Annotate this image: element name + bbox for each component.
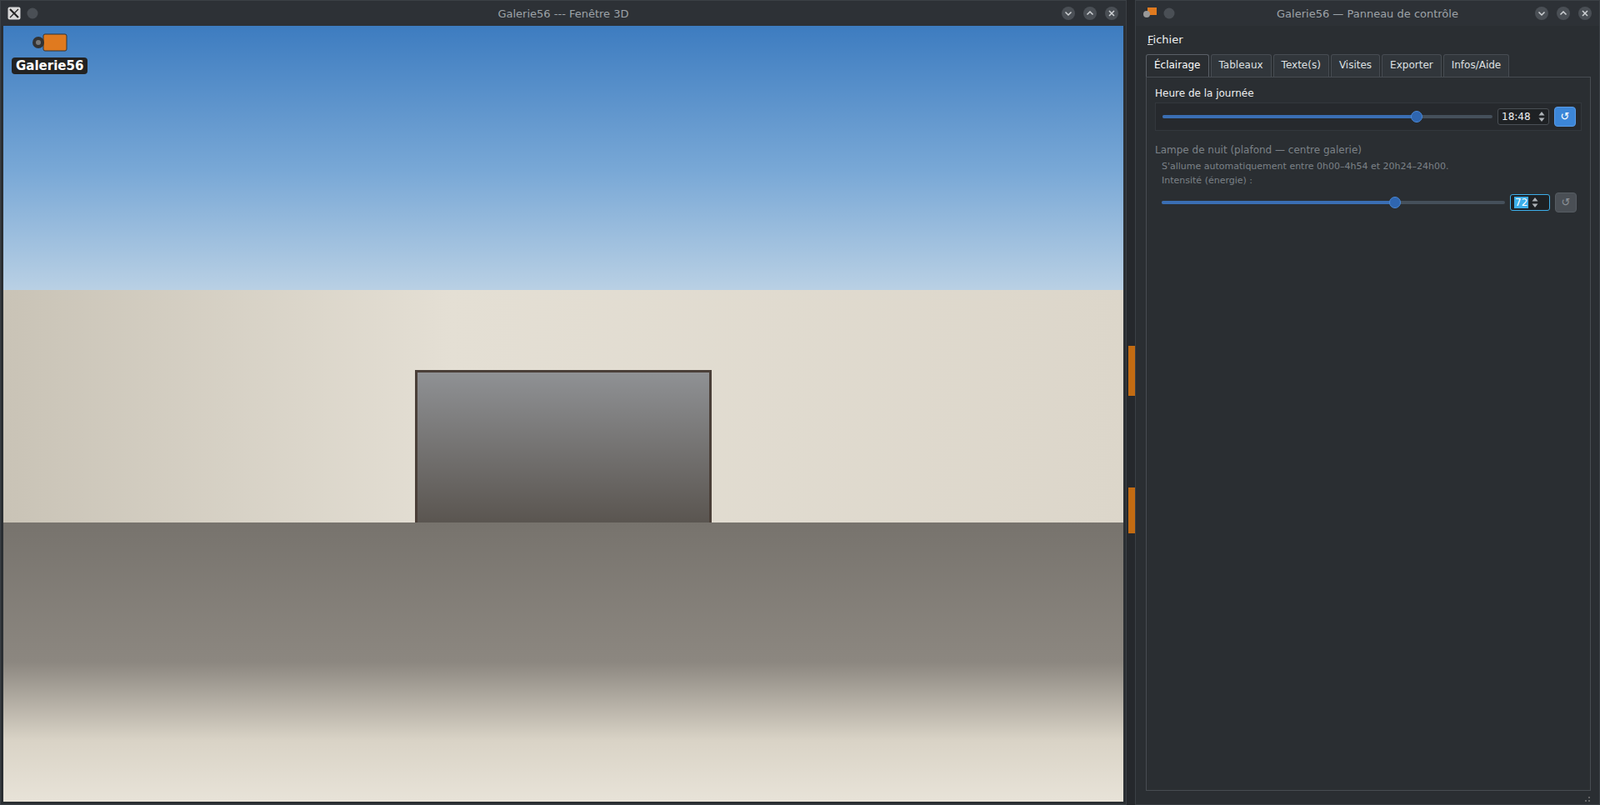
lamp-title: Lampe de nuit (plafond — centre galerie) <box>1155 144 1582 156</box>
title-bar[interactable]: Galerie56 --- Fenêtre 3D <box>0 0 1126 26</box>
spin-arrows-icon[interactable] <box>1531 196 1539 209</box>
time-slider[interactable] <box>1162 109 1493 125</box>
reset-button[interactable]: ↺ <box>1555 192 1577 213</box>
background-window <box>1126 0 1135 805</box>
intensity-row: 72 ↺ <box>1155 189 1582 216</box>
time-label: Heure de la journée <box>1155 87 1582 100</box>
title-bar[interactable]: Galerie56 — Panneau de contrôle <box>1135 0 1600 26</box>
control-window: Galerie56 — Panneau de contrôle Fichier Éc… <box>1135 0 1600 805</box>
menu-bar: Fichier <box>1145 29 1591 50</box>
close-icon[interactable] <box>1104 5 1120 21</box>
spinbox-value: 72 <box>1514 196 1529 209</box>
galerie-app-icon <box>1142 6 1158 20</box>
tab[interactable]: Visites <box>1330 54 1380 77</box>
tab[interactable]: Texte(s) <box>1273 54 1330 77</box>
logo-text: Galerie56 <box>11 57 88 75</box>
pin-icon[interactable] <box>1162 6 1176 20</box>
logo: Galerie56 <box>11 32 88 75</box>
pin-icon[interactable] <box>25 6 40 20</box>
x-app-icon <box>7 6 21 20</box>
spinbox-value: 18:48 <box>1501 110 1535 123</box>
tab[interactable]: Exporter <box>1381 54 1442 77</box>
orange-block <box>1128 487 1135 534</box>
lighting-panel: Heure de la journée18:48↺Lampe de nuit (… <box>1145 76 1591 791</box>
slider-handle[interactable] <box>1410 110 1423 123</box>
sky <box>3 25 1124 290</box>
slider-track <box>1161 200 1505 205</box>
tab[interactable]: Tableaux <box>1210 54 1272 77</box>
desktop: Galerie56 --- Fenêtre 3DGalerie56Galerie… <box>0 0 1600 805</box>
maximize-chevron-icon[interactable] <box>1555 5 1571 21</box>
camera-logo-icon <box>31 32 69 58</box>
time-spinbox[interactable]: 18:48 <box>1497 108 1550 125</box>
terrace-floor <box>3 522 1124 802</box>
3d-view[interactable]: Galerie56 <box>3 25 1124 802</box>
glass-bay <box>415 370 712 523</box>
intensity-slider[interactable] <box>1161 195 1505 210</box>
minimize-chevron-icon[interactable] <box>1534 5 1550 21</box>
resize-grip-icon[interactable] <box>1580 792 1591 803</box>
tab-bar: ÉclairageTableauxTexte(s)VisitesExporter… <box>1145 54 1591 77</box>
night-lamp-group: Lampe de nuit (plafond — centre galerie)… <box>1155 144 1582 216</box>
tab[interactable]: Infos/Aide <box>1443 54 1510 77</box>
close-icon[interactable] <box>1577 5 1593 21</box>
window-title: Galerie56 --- Fenêtre 3D <box>0 7 1126 20</box>
intensity-spinbox[interactable]: 72 <box>1510 194 1550 211</box>
menu-item[interactable]: Fichier <box>1145 31 1185 48</box>
maximize-chevron-icon[interactable] <box>1082 5 1098 21</box>
orange-block <box>1128 345 1135 396</box>
lamp-note: S'allume automatiquement entre 0h00–4h54… <box>1155 160 1582 172</box>
time-row: 18:48 ↺ <box>1155 102 1582 131</box>
slider-track <box>1162 115 1493 119</box>
building <box>3 290 1124 523</box>
scene-window: Galerie56 --- Fenêtre 3D Galerie56 <box>0 0 1127 805</box>
slider-handle[interactable] <box>1389 196 1401 209</box>
minimize-chevron-icon[interactable] <box>1060 5 1076 21</box>
spin-arrows-icon[interactable] <box>1538 110 1545 123</box>
window-title: Galerie56 — Panneau de contrôle <box>1135 7 1600 20</box>
status-area <box>1145 790 1591 803</box>
intensity-label: Intensité (énergie) : <box>1155 175 1582 186</box>
slider-fill <box>1162 115 1417 119</box>
slider-fill <box>1161 200 1395 205</box>
tab[interactable]: Éclairage <box>1145 54 1210 77</box>
reset-button[interactable]: ↺ <box>1554 106 1576 127</box>
